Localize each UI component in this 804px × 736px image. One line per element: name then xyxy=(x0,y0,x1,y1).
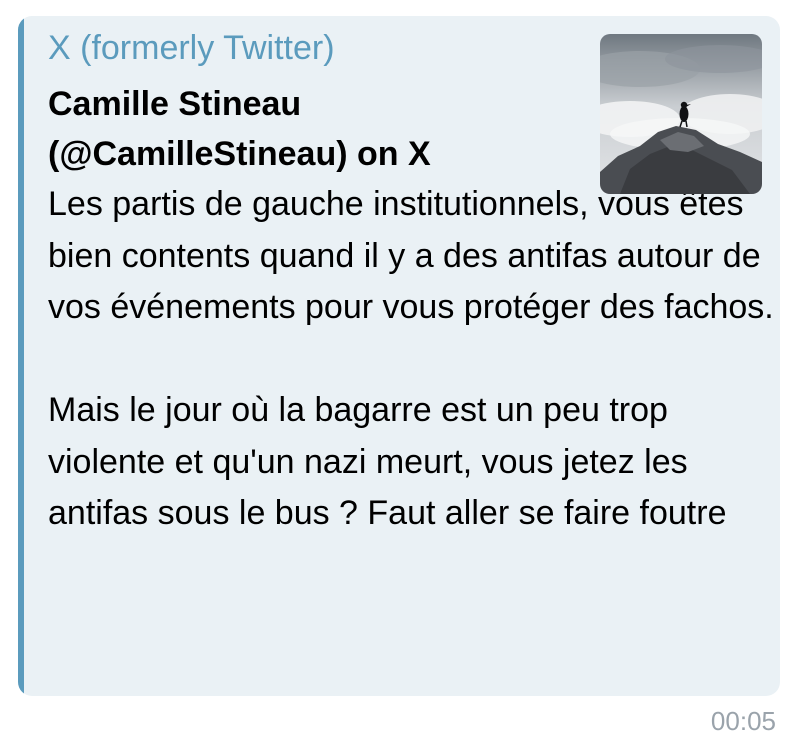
preview-title[interactable]: Camille Stineau (@CamilleStineau) on X xyxy=(48,79,578,179)
preview-thumbnail-image[interactable] xyxy=(600,34,762,194)
accent-bar xyxy=(18,16,24,696)
message-timestamp: 00:05 xyxy=(710,706,776,736)
link-preview-card[interactable]: X (formerly Twitter) Camille Stineau (@C… xyxy=(18,16,780,696)
bird-on-rock-photo-icon xyxy=(600,34,762,194)
preview-text: Les partis de gauche institutionnels, vo… xyxy=(48,185,774,532)
preview-site-name[interactable]: X (formerly Twitter) xyxy=(48,26,335,70)
